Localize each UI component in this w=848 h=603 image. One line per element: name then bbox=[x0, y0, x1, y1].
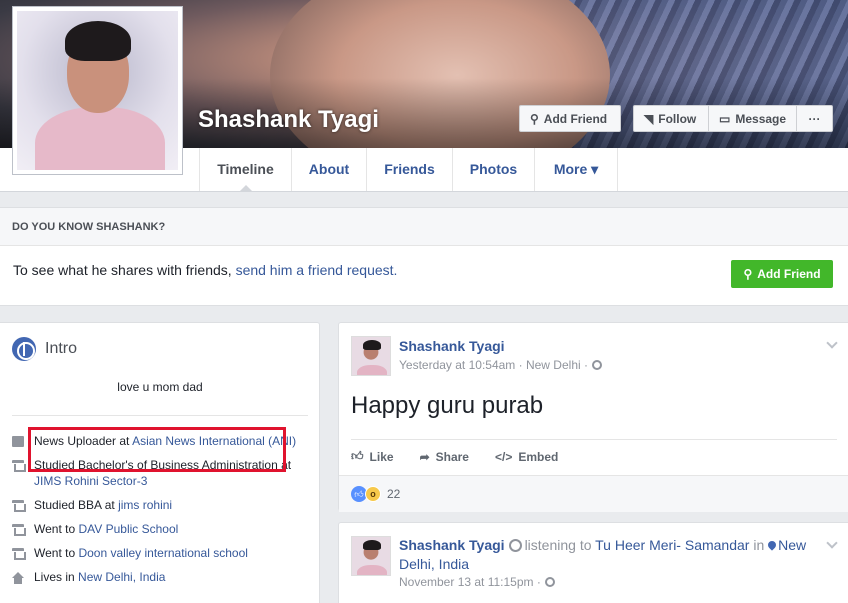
like-label: Like bbox=[369, 449, 394, 464]
tab-about[interactable]: About bbox=[291, 148, 366, 191]
add-friend-icon: ⚲ bbox=[743, 267, 753, 281]
intro-item-prefix: Lives in bbox=[34, 570, 79, 584]
intro-item-education: Studied BBA at jims rohini bbox=[12, 497, 308, 513]
graduation-cap-icon bbox=[12, 524, 26, 536]
intro-bio: love u mom dad bbox=[117, 380, 203, 394]
reaction-icons: 👍︎ o bbox=[351, 486, 381, 502]
thumbs-up-icon: 👍︎ bbox=[351, 449, 364, 463]
graduation-cap-icon bbox=[12, 500, 26, 512]
post-author-name[interactable]: Shashank Tyagi bbox=[399, 338, 505, 354]
post-author-avatar[interactable] bbox=[351, 536, 391, 576]
share-arrow-icon: ➦ bbox=[419, 449, 430, 464]
intro-item-lives: Lives in New Delhi, India bbox=[12, 569, 308, 585]
location-pin-icon bbox=[766, 539, 778, 551]
friend-request-text: To see what he shares with friends, bbox=[13, 262, 232, 278]
in-text: in bbox=[753, 537, 765, 553]
friend-request-prompt: To see what he shares with friends, send… bbox=[13, 262, 397, 278]
do-you-know-card: DO YOU KNOW SHASHANK? To see what he sha… bbox=[0, 207, 848, 306]
new-delhi-link[interactable]: New Delhi, India bbox=[78, 570, 165, 584]
post-card: Shashank Tyagi Yesterday at 10:54am · Ne… bbox=[338, 322, 848, 512]
add-friend-green-label: Add Friend bbox=[757, 267, 821, 281]
follow-label: Follow bbox=[658, 111, 697, 126]
do-you-know-heading: DO YOU KNOW SHASHANK? bbox=[0, 208, 848, 246]
add-friend-icon: ⚲ bbox=[530, 111, 539, 126]
add-friend-button[interactable]: ⚲ Add Friend bbox=[519, 105, 621, 132]
reaction-count[interactable]: 22 bbox=[387, 487, 400, 501]
intro-item-school-text: Went to Doon valley international school bbox=[34, 545, 248, 561]
profile-photo-hair bbox=[65, 21, 131, 61]
tab-photos[interactable]: Photos bbox=[452, 148, 534, 191]
public-globe-icon bbox=[591, 360, 602, 370]
graduation-cap-icon bbox=[12, 460, 26, 472]
intro-item-lives-text: Lives in New Delhi, India bbox=[34, 569, 165, 585]
profile-name[interactable]: Shashank Tyagi bbox=[198, 106, 379, 134]
embed-label: Embed bbox=[518, 449, 559, 464]
intro-item-prefix: Went to bbox=[34, 546, 79, 560]
share-button[interactable]: ➦ Share bbox=[420, 449, 469, 464]
home-icon bbox=[12, 572, 24, 584]
reactions-bar[interactable]: 👍︎ o 22 bbox=[339, 475, 848, 512]
music-icon bbox=[508, 539, 522, 552]
message-icon: ▭ bbox=[719, 111, 731, 126]
message-label: Message bbox=[735, 111, 787, 126]
chevron-down-icon[interactable] bbox=[826, 337, 838, 349]
post-text: Happy guru purab bbox=[351, 392, 544, 419]
public-globe-icon bbox=[544, 577, 555, 587]
rss-icon: ◥ bbox=[644, 111, 654, 126]
post-divider bbox=[351, 439, 837, 440]
intro-item-prefix: Went to bbox=[34, 522, 79, 536]
send-friend-request-link[interactable]: send him a friend request. bbox=[236, 262, 398, 278]
intro-item-school: Went to Doon valley international school bbox=[12, 545, 308, 561]
like-button[interactable]: 👍︎ Like bbox=[351, 449, 394, 464]
post-timestamp[interactable]: November 13 at 11:15pm · bbox=[399, 575, 541, 589]
globe-icon bbox=[12, 337, 36, 361]
doon-valley-link[interactable]: Doon valley international school bbox=[78, 546, 247, 560]
tab-friends[interactable]: Friends bbox=[366, 148, 452, 191]
add-friend-label: Add Friend bbox=[543, 111, 608, 126]
intro-item-education-text: Studied BBA at jims rohini bbox=[34, 497, 172, 513]
profile-photo bbox=[17, 11, 178, 170]
post-meta: November 13 at 11:15pm · bbox=[399, 575, 555, 589]
chevron-down-icon[interactable] bbox=[826, 537, 838, 549]
listening-to-text: listening to bbox=[524, 537, 592, 553]
post-timestamp[interactable]: Yesterday at 10:54am · New Delhi · bbox=[399, 358, 588, 372]
post-header: Shashank Tyagi listening to Tu Heer Meri-… bbox=[399, 536, 819, 574]
profile-photo-body bbox=[35, 107, 165, 170]
ellipsis-icon: ··· bbox=[808, 111, 821, 126]
message-button[interactable]: ▭ Message bbox=[708, 105, 797, 132]
post-author-avatar[interactable] bbox=[351, 336, 391, 376]
briefcase-icon bbox=[12, 436, 24, 447]
jims-rohini-link[interactable]: jims rohini bbox=[118, 498, 172, 512]
code-icon: </> bbox=[494, 449, 513, 464]
follow-button[interactable]: ◥ Follow bbox=[633, 105, 709, 132]
share-label: Share bbox=[435, 449, 469, 464]
tab-more[interactable]: More ▾ bbox=[534, 148, 618, 191]
intro-card: Intro love u mom dad News Uploader at As… bbox=[0, 322, 320, 603]
song-link[interactable]: Tu Heer Meri- Samandar bbox=[595, 537, 749, 553]
tab-timeline[interactable]: Timeline bbox=[199, 148, 291, 192]
post-actions: 👍︎ Like ➦ Share </> Embed bbox=[351, 449, 584, 464]
embed-button[interactable]: </> Embed bbox=[495, 449, 558, 464]
post-author-name[interactable]: Shashank Tyagi bbox=[399, 537, 505, 553]
intro-header: Intro bbox=[12, 337, 77, 361]
intro-item-prefix: Studied BBA at bbox=[34, 498, 119, 512]
post-card: Shashank Tyagi listening to Tu Heer Meri-… bbox=[338, 522, 848, 603]
wow-reaction-icon: o bbox=[365, 486, 381, 502]
highlight-box bbox=[28, 427, 286, 472]
post-meta: Yesterday at 10:54am · New Delhi · bbox=[399, 358, 602, 372]
intro-item-school-text: Went to DAV Public School bbox=[34, 521, 178, 537]
jims-sector3-link[interactable]: JIMS Rohini Sector-3 bbox=[34, 474, 147, 488]
intro-divider bbox=[12, 415, 308, 416]
dav-school-link[interactable]: DAV Public School bbox=[78, 522, 178, 536]
add-friend-green-button[interactable]: ⚲ Add Friend bbox=[731, 260, 833, 288]
intro-title: Intro bbox=[45, 340, 78, 357]
intro-item-school: Went to DAV Public School bbox=[12, 521, 308, 537]
graduation-cap-icon bbox=[12, 548, 26, 560]
profile-picture[interactable] bbox=[12, 6, 183, 175]
more-options-button[interactable]: ··· bbox=[796, 105, 833, 132]
